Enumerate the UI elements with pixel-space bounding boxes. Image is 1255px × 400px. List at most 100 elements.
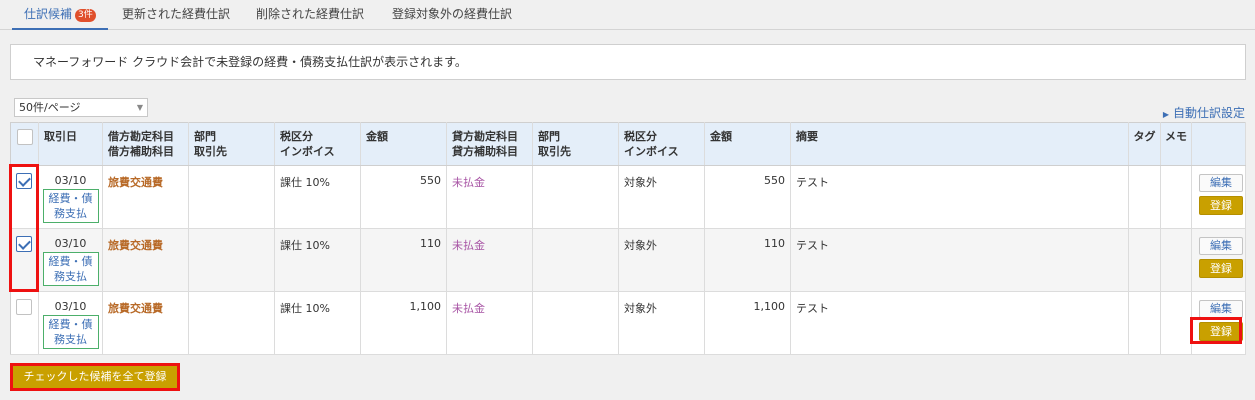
row-checkbox[interactable]	[16, 299, 32, 315]
edit-button[interactable]: 編集	[1199, 237, 1243, 255]
debit-tax-cell: 課仕 10%	[274, 228, 361, 292]
debit-account-value: 旅費交通費	[108, 302, 163, 315]
register-button[interactable]: 登録	[1199, 259, 1243, 278]
header-credit-tax-label: 税区分	[624, 130, 657, 143]
table-row: 03/10 経費・債務支払 旅費交通費 課仕 10% 110 未払金 対象外 11…	[10, 228, 1246, 292]
header-credit-amount: 金額	[704, 122, 791, 166]
table-row: 03/10 経費・債務支払 旅費交通費 課仕 10% 550 未払金 対象外 55…	[10, 165, 1246, 229]
source-badge: 経費・債務支払	[42, 252, 99, 286]
memo-cell	[1160, 291, 1192, 355]
credit-dept-cell	[532, 291, 619, 355]
tab-journal-candidates[interactable]: 仕訳候補 3件	[12, 0, 108, 30]
source-badge: 経費・債務支払	[42, 315, 99, 349]
credit-account-value: 未払金	[452, 302, 485, 315]
credit-account-cell: 未払金	[446, 165, 533, 229]
debit-account-cell: 旅費交通費	[102, 165, 189, 229]
description-cell: テスト	[790, 165, 1129, 229]
tag-cell	[1128, 228, 1161, 292]
header-credit-dept: 部門 取引先	[532, 122, 619, 166]
count-badge: 3件	[75, 9, 96, 22]
debit-account-cell: 旅費交通費	[102, 291, 189, 355]
debit-dept-cell	[188, 291, 275, 355]
row-checkbox-cell	[10, 291, 39, 355]
per-page-select[interactable]: 50件/ページ ▼	[14, 98, 148, 117]
debit-account-cell: 旅費交通費	[102, 228, 189, 292]
header-credit-account: 貸方勘定科目 貸方補助科目	[446, 122, 533, 166]
register-button[interactable]: 登録	[1199, 196, 1243, 215]
select-all-checkbox[interactable]	[16, 129, 33, 145]
header-debit-amount: 金額	[360, 122, 447, 166]
header-debit-dept-label: 部門	[194, 130, 216, 143]
memo-cell	[1160, 228, 1192, 292]
header-credit-tax: 税区分 インボイス	[618, 122, 705, 166]
memo-cell	[1160, 165, 1192, 229]
credit-account-cell: 未払金	[446, 228, 533, 292]
debit-amount-cell: 110	[360, 228, 447, 292]
credit-amount-cell: 550	[704, 165, 791, 229]
tab-deleted-entries[interactable]: 削除された経費仕訳	[256, 0, 364, 30]
row-checkbox[interactable]	[16, 236, 32, 252]
source-badge: 経費・債務支払	[42, 189, 99, 223]
row-checkbox-cell	[10, 165, 39, 229]
date-cell: 03/10 経費・債務支払	[38, 165, 103, 229]
tab-label: 仕訳候補	[24, 7, 73, 21]
header-date: 取引日	[38, 122, 103, 166]
credit-amount-cell: 110	[704, 228, 791, 292]
date-cell: 03/10 経費・債務支払	[38, 291, 103, 355]
header-debit-partner-label: 取引先	[194, 145, 227, 158]
edit-button[interactable]: 編集	[1199, 300, 1243, 318]
credit-account-value: 未払金	[452, 239, 485, 252]
debit-account-value: 旅費交通費	[108, 239, 163, 252]
caret-right-icon: ▶	[1162, 110, 1169, 119]
row-checkbox[interactable]	[16, 173, 32, 189]
header-description: 摘要	[790, 122, 1129, 166]
debit-tax-cell: 課仕 10%	[274, 165, 361, 229]
actions-cell: 編集 登録	[1191, 291, 1246, 355]
actions-cell: 編集 登録	[1191, 228, 1246, 292]
table-header-row: 取引日 借方勘定科目 借方補助科目 部門 取引先 税区分 インボイス 金額 貸方勘定科…	[10, 122, 1246, 166]
debit-amount-cell: 1,100	[360, 291, 447, 355]
debit-dept-cell	[188, 228, 275, 292]
auto-journal-settings-link[interactable]: ▶ 自動仕訳設定	[1163, 104, 1245, 121]
description-cell: テスト	[790, 228, 1129, 292]
header-memo: メモ	[1160, 122, 1192, 166]
header-tag: タグ	[1128, 122, 1161, 166]
header-actions	[1191, 122, 1246, 166]
bulk-register-button[interactable]: チェックした候補を全て登録	[10, 363, 180, 391]
info-notice: マネーフォワード クラウド会計で未登録の経費・債務支払仕訳が表示されます。	[10, 44, 1246, 80]
actions-cell: 編集 登録	[1191, 165, 1246, 229]
header-debit-account-label: 借方勘定科目	[108, 130, 174, 143]
tag-cell	[1128, 165, 1161, 229]
header-debit-account: 借方勘定科目 借方補助科目	[102, 122, 189, 166]
description-cell: テスト	[790, 291, 1129, 355]
credit-account-value: 未払金	[452, 176, 485, 189]
debit-amount-cell: 550	[360, 165, 447, 229]
chevron-down-icon: ▼	[136, 103, 143, 112]
date-value: 03/10	[54, 174, 87, 187]
tag-cell	[1128, 291, 1161, 355]
header-credit-dept-label: 部門	[538, 130, 560, 143]
register-button[interactable]: 登録	[1199, 322, 1243, 341]
credit-tax-cell: 対象外	[618, 165, 705, 229]
header-credit-invoice-label: インボイス	[624, 145, 679, 158]
journal-candidates-table: 取引日 借方勘定科目 借方補助科目 部門 取引先 税区分 インボイス 金額 貸方勘定科…	[10, 122, 1246, 355]
select-all-header	[10, 122, 39, 166]
debit-account-value: 旅費交通費	[108, 176, 163, 189]
header-debit-sub-label: 借方補助科目	[108, 145, 174, 158]
credit-account-cell: 未払金	[446, 291, 533, 355]
header-credit-sub-label: 貸方補助科目	[452, 145, 518, 158]
row-checkbox-cell	[10, 228, 39, 292]
header-debit-tax: 税区分 インボイス	[274, 122, 361, 166]
date-cell: 03/10 経費・債務支払	[38, 228, 103, 292]
date-value: 03/10	[54, 237, 87, 250]
debit-tax-cell: 課仕 10%	[274, 291, 361, 355]
debit-dept-cell	[188, 165, 275, 229]
credit-dept-cell	[532, 228, 619, 292]
tab-excluded-entries[interactable]: 登録対象外の経費仕訳	[392, 0, 512, 30]
credit-dept-cell	[532, 165, 619, 229]
edit-button[interactable]: 編集	[1199, 174, 1243, 192]
table-row: 03/10 経費・債務支払 旅費交通費 課仕 10% 1,100 未払金 対象外 …	[10, 291, 1246, 355]
header-credit-partner-label: 取引先	[538, 145, 571, 158]
tab-updated-entries[interactable]: 更新された経費仕訳	[122, 0, 230, 30]
header-credit-account-label: 貸方勘定科目	[452, 130, 518, 143]
